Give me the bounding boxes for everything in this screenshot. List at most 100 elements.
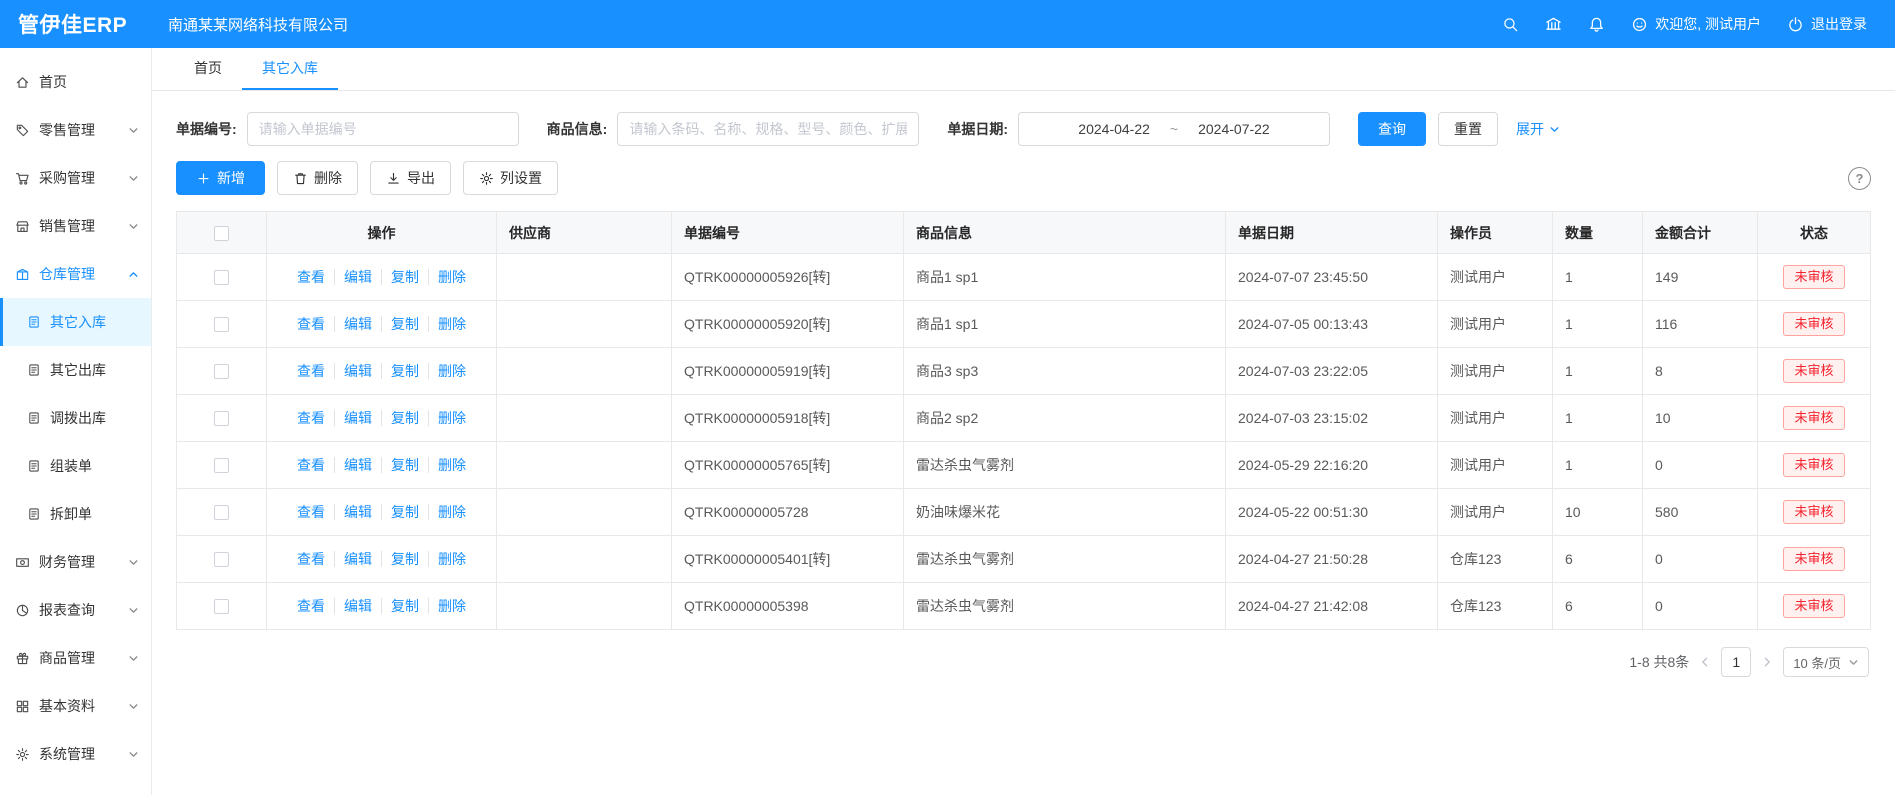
- date-end-value[interactable]: 2024-07-22: [1198, 121, 1270, 137]
- copy-link[interactable]: 复制: [381, 363, 419, 379]
- select-all-checkbox[interactable]: [214, 226, 229, 241]
- user-menu[interactable]: 欢迎您, 测试用户: [1631, 14, 1761, 34]
- chevron-down-icon: [128, 653, 139, 664]
- copy-link[interactable]: 复制: [381, 504, 419, 520]
- sidebar-item-retail[interactable]: 零售管理: [0, 106, 151, 154]
- delete-link[interactable]: 删除: [428, 598, 466, 614]
- sidebar-item-report[interactable]: 报表查询: [0, 586, 151, 634]
- row-checkbox[interactable]: [214, 411, 229, 426]
- next-page-button[interactable]: [1761, 656, 1773, 668]
- cell-date: 2024-07-03 23:15:02: [1226, 395, 1438, 442]
- row-checkbox[interactable]: [214, 317, 229, 332]
- tab-home[interactable]: 首页: [174, 48, 242, 90]
- sidebar-subitem-other-inbound[interactable]: 其它入库: [0, 298, 151, 346]
- date-start-value[interactable]: 2024-04-22: [1078, 121, 1150, 137]
- status-badge: 未审核: [1783, 547, 1844, 572]
- help-icon[interactable]: ?: [1848, 167, 1871, 190]
- prev-page-button[interactable]: [1699, 656, 1711, 668]
- delete-link[interactable]: 删除: [428, 551, 466, 567]
- cell-supplier: [497, 536, 672, 583]
- cell-qty: 10: [1553, 489, 1643, 536]
- copy-link[interactable]: 复制: [381, 269, 419, 285]
- edit-link[interactable]: 编辑: [334, 504, 372, 520]
- view-link[interactable]: 查看: [297, 457, 325, 473]
- cell-bill-no: QTRK00000005765[转]: [672, 442, 904, 489]
- date-range-picker[interactable]: 2024-04-22 ~ 2024-07-22: [1018, 112, 1330, 146]
- column-settings-button[interactable]: 列设置: [463, 161, 558, 195]
- reset-button[interactable]: 重置: [1438, 112, 1498, 146]
- edit-link[interactable]: 编辑: [334, 269, 372, 285]
- sidebar-item-home[interactable]: 首页: [0, 58, 151, 106]
- copy-link[interactable]: 复制: [381, 598, 419, 614]
- add-button[interactable]: 新增: [176, 161, 265, 195]
- view-link[interactable]: 查看: [297, 269, 325, 285]
- chevron-down-icon: [1549, 124, 1560, 135]
- copy-link[interactable]: 复制: [381, 551, 419, 567]
- delete-link[interactable]: 删除: [428, 269, 466, 285]
- edit-link[interactable]: 编辑: [334, 363, 372, 379]
- chevron-down-icon: [128, 605, 139, 616]
- row-checkbox[interactable]: [214, 505, 229, 520]
- sidebar-subitem-disassembly[interactable]: 拆卸单: [0, 490, 151, 538]
- view-link[interactable]: 查看: [297, 316, 325, 332]
- search-icon[interactable]: [1502, 16, 1519, 33]
- edit-link[interactable]: 编辑: [334, 551, 372, 567]
- tab-other-inbound[interactable]: 其它入库: [242, 48, 338, 90]
- sidebar-item-warehouse[interactable]: 仓库管理: [0, 250, 151, 298]
- view-link[interactable]: 查看: [297, 598, 325, 614]
- edit-link[interactable]: 编辑: [334, 457, 372, 473]
- delete-button[interactable]: 删除: [277, 161, 358, 195]
- bell-icon[interactable]: [1588, 16, 1605, 33]
- sidebar-subitem-assembly[interactable]: 组装单: [0, 442, 151, 490]
- row-checkbox[interactable]: [214, 270, 229, 285]
- sidebar-item-system[interactable]: 系统管理: [0, 730, 151, 778]
- cell-supplier: [497, 348, 672, 395]
- delete-link[interactable]: 删除: [428, 363, 466, 379]
- view-link[interactable]: 查看: [297, 504, 325, 520]
- col-date: 单据日期: [1226, 212, 1438, 254]
- expand-button[interactable]: 展开: [1516, 119, 1560, 139]
- sidebar-item-basic-data[interactable]: 基本资料: [0, 682, 151, 730]
- sidebar-subitem-transfer-outbound[interactable]: 调拨出库: [0, 394, 151, 442]
- cell-bill-no: QTRK00000005920[转]: [672, 301, 904, 348]
- sidebar-item-purchase[interactable]: 采购管理: [0, 154, 151, 202]
- sidebar-subitem-other-outbound[interactable]: 其它出库: [0, 346, 151, 394]
- cell-operator: 测试用户: [1438, 348, 1553, 395]
- sidebar-item-goods[interactable]: 商品管理: [0, 634, 151, 682]
- edit-link[interactable]: 编辑: [334, 316, 372, 332]
- logout-button[interactable]: 退出登录: [1787, 14, 1867, 34]
- cell-supplier: [497, 395, 672, 442]
- view-link[interactable]: 查看: [297, 363, 325, 379]
- copy-link[interactable]: 复制: [381, 410, 419, 426]
- chevron-down-icon: [1848, 657, 1859, 668]
- delete-link[interactable]: 删除: [428, 410, 466, 426]
- bill-no-input[interactable]: [247, 112, 519, 146]
- delete-link[interactable]: 删除: [428, 504, 466, 520]
- view-link[interactable]: 查看: [297, 551, 325, 567]
- export-button[interactable]: 导出: [370, 161, 451, 195]
- status-badge: 未审核: [1783, 594, 1844, 619]
- sidebar-item-sales[interactable]: 销售管理: [0, 202, 151, 250]
- row-checkbox[interactable]: [214, 599, 229, 614]
- page-number-button[interactable]: 1: [1721, 647, 1751, 677]
- delete-link[interactable]: 删除: [428, 457, 466, 473]
- edit-link[interactable]: 编辑: [334, 598, 372, 614]
- bank-icon[interactable]: [1545, 16, 1562, 33]
- search-button[interactable]: 查询: [1358, 112, 1426, 146]
- pagination: 1-8 共8条 1 10 条/页: [152, 630, 1895, 677]
- chevron-down-icon: [128, 749, 139, 760]
- product-info-input[interactable]: [617, 112, 919, 146]
- edit-link[interactable]: 编辑: [334, 410, 372, 426]
- sidebar-item-finance[interactable]: 财务管理: [0, 538, 151, 586]
- view-link[interactable]: 查看: [297, 410, 325, 426]
- document-icon: [27, 411, 41, 425]
- row-checkbox[interactable]: [214, 364, 229, 379]
- delete-link[interactable]: 删除: [428, 316, 466, 332]
- row-checkbox[interactable]: [214, 458, 229, 473]
- row-checkbox[interactable]: [214, 552, 229, 567]
- page-size-select[interactable]: 10 条/页: [1783, 647, 1869, 677]
- col-operator: 操作员: [1438, 212, 1553, 254]
- home-icon: [15, 75, 30, 90]
- copy-link[interactable]: 复制: [381, 457, 419, 473]
- copy-link[interactable]: 复制: [381, 316, 419, 332]
